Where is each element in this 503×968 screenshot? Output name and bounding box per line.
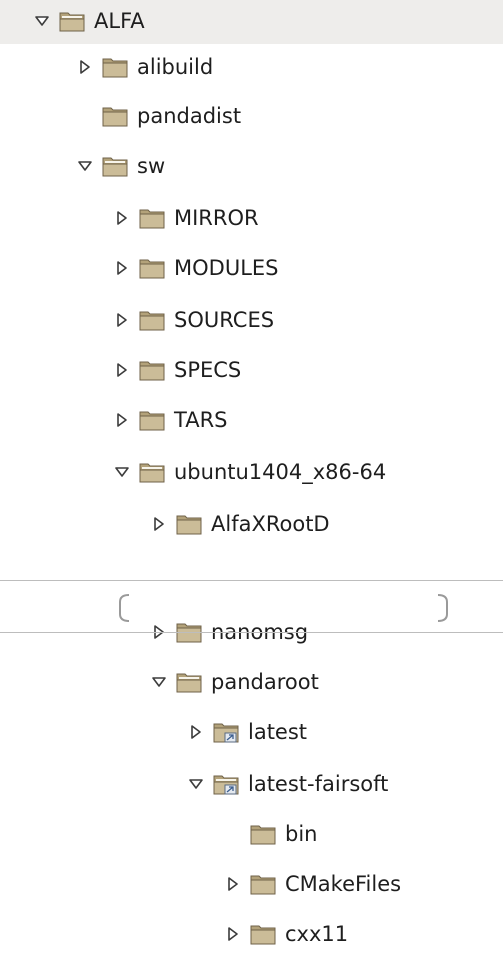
folder-icon	[102, 58, 128, 78]
collapsed-triangle-icon[interactable]	[110, 408, 134, 432]
collapsed-triangle-icon[interactable]	[110, 206, 134, 230]
folder-open-icon	[102, 157, 128, 177]
tree-item-sw[interactable]: sw	[0, 142, 503, 190]
gap-separator-top	[0, 580, 503, 581]
tree-item-label: pandadist	[137, 104, 242, 128]
collapsed-triangle-icon[interactable]	[147, 512, 171, 536]
gap-separator-bottom	[0, 632, 503, 633]
tree-item-label: MODULES	[174, 256, 279, 280]
collapsed-triangle-icon[interactable]	[110, 358, 134, 382]
expanded-triangle-icon[interactable]	[110, 460, 134, 484]
collapsed-triangle-icon[interactable]	[221, 922, 245, 946]
tree-item-cxx11[interactable]: cxx11	[0, 910, 503, 958]
expanded-triangle-icon[interactable]	[184, 772, 208, 796]
tree-item-modules[interactable]: MODULES	[0, 244, 503, 292]
tree-item-label: pandaroot	[211, 670, 319, 694]
folder-icon	[250, 925, 276, 945]
folder-link-icon	[213, 723, 239, 743]
folder-icon	[139, 361, 165, 381]
tree-item-label: bin	[285, 822, 318, 846]
collapsed-triangle-icon[interactable]	[184, 720, 208, 744]
folder-open-icon	[176, 673, 202, 693]
tree-item-label: ALFA	[94, 8, 145, 33]
gap-left-bracket	[119, 594, 130, 622]
expanded-triangle-icon[interactable]	[147, 670, 171, 694]
expanded-triangle-icon[interactable]	[30, 9, 54, 33]
folder-link-open-icon	[213, 775, 239, 795]
tree-item-alfa[interactable]: ALFA	[0, 0, 503, 44]
folder-icon	[139, 311, 165, 331]
collapsed-triangle-icon[interactable]	[73, 55, 97, 79]
expanded-triangle-icon[interactable]	[73, 154, 97, 178]
folder-icon	[102, 107, 128, 127]
folder-icon	[139, 411, 165, 431]
tree-item-ubuntu1404-x86-64[interactable]: ubuntu1404_x86-64	[0, 448, 503, 496]
tree-item-pandadist[interactable]: pandadist	[0, 92, 503, 140]
folder-icon	[176, 515, 202, 535]
folder-icon	[139, 259, 165, 279]
tree-item-alfaxrootd[interactable]: AlfaXRootD	[0, 500, 503, 548]
tree-item-label: CMakeFiles	[285, 872, 402, 896]
tree-item-alibuild[interactable]: alibuild	[0, 43, 503, 91]
folder-icon	[250, 875, 276, 895]
folder-icon	[139, 209, 165, 229]
tree-item-label: MIRROR	[174, 206, 259, 230]
tree-item-label: sw	[137, 154, 166, 178]
tree-item-pandaroot[interactable]: pandaroot	[0, 658, 503, 706]
tree-item-mirror[interactable]: MIRROR	[0, 194, 503, 242]
tree-item-bin[interactable]: bin	[0, 810, 503, 858]
tree-item-label: SPECS	[174, 358, 242, 382]
folder-icon	[250, 825, 276, 845]
collapsed-triangle-icon[interactable]	[221, 872, 245, 896]
collapsed-triangle-icon[interactable]	[110, 256, 134, 280]
tree-item-label: ubuntu1404_x86-64	[174, 460, 387, 484]
tree-item-label: alibuild	[137, 55, 214, 79]
tree-item-specs[interactable]: SPECS	[0, 346, 503, 394]
folder-open-icon	[59, 12, 85, 31]
collapsed-triangle-icon[interactable]	[110, 308, 134, 332]
tree-item-label: AlfaXRootD	[211, 512, 330, 536]
tree-item-cmakefiles[interactable]: CMakeFiles	[0, 860, 503, 908]
tree-item-label: latest-fairsoft	[248, 772, 389, 796]
gap-right-bracket	[437, 594, 448, 622]
tree-item-latest-fairsoft[interactable]: latest-fairsoft	[0, 760, 503, 808]
tree-item-label: SOURCES	[174, 308, 275, 332]
folder-open-icon	[139, 463, 165, 483]
tree-item-sources[interactable]: SOURCES	[0, 296, 503, 344]
tree-item-label: TARS	[174, 408, 228, 432]
tree-item-latest[interactable]: latest	[0, 708, 503, 756]
tree-item-tars[interactable]: TARS	[0, 396, 503, 444]
tree-item-label: latest	[248, 720, 308, 744]
tree-item-label: cxx11	[285, 922, 349, 946]
